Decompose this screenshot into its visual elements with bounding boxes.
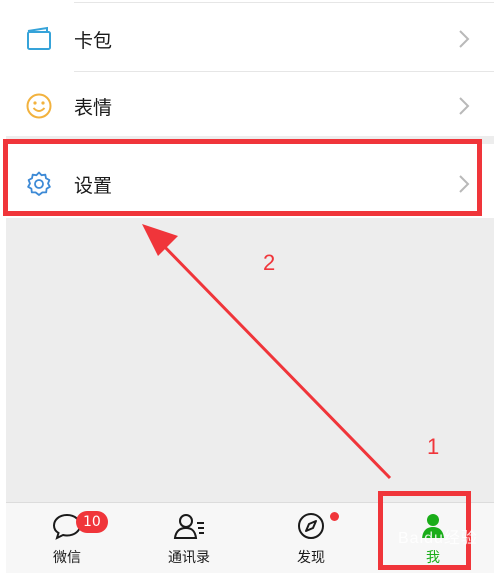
- tab-contacts[interactable]: 通讯录: [128, 503, 250, 573]
- tab-label: 通讯录: [168, 550, 210, 566]
- watermark-text: Baidu经验: [398, 530, 478, 547]
- app-screen: 卡包 表情 设置 2 1 10 微信 通讯录 发现 我 Baidu经验: [0, 0, 500, 573]
- tab-discover[interactable]: 发现: [250, 503, 372, 573]
- tab-label: 微信: [53, 550, 81, 566]
- tab-wechat[interactable]: 10 微信: [6, 503, 128, 573]
- unread-badge: 10: [76, 511, 108, 533]
- annotation-arrow: [142, 224, 392, 480]
- tab-label: 发现: [297, 550, 325, 566]
- new-content-dot: [330, 512, 339, 521]
- annotation-step-2: 2: [263, 250, 276, 275]
- contacts-icon: [173, 514, 204, 539]
- annotation-step-1: 1: [427, 434, 440, 459]
- compass-icon: [298, 513, 324, 539]
